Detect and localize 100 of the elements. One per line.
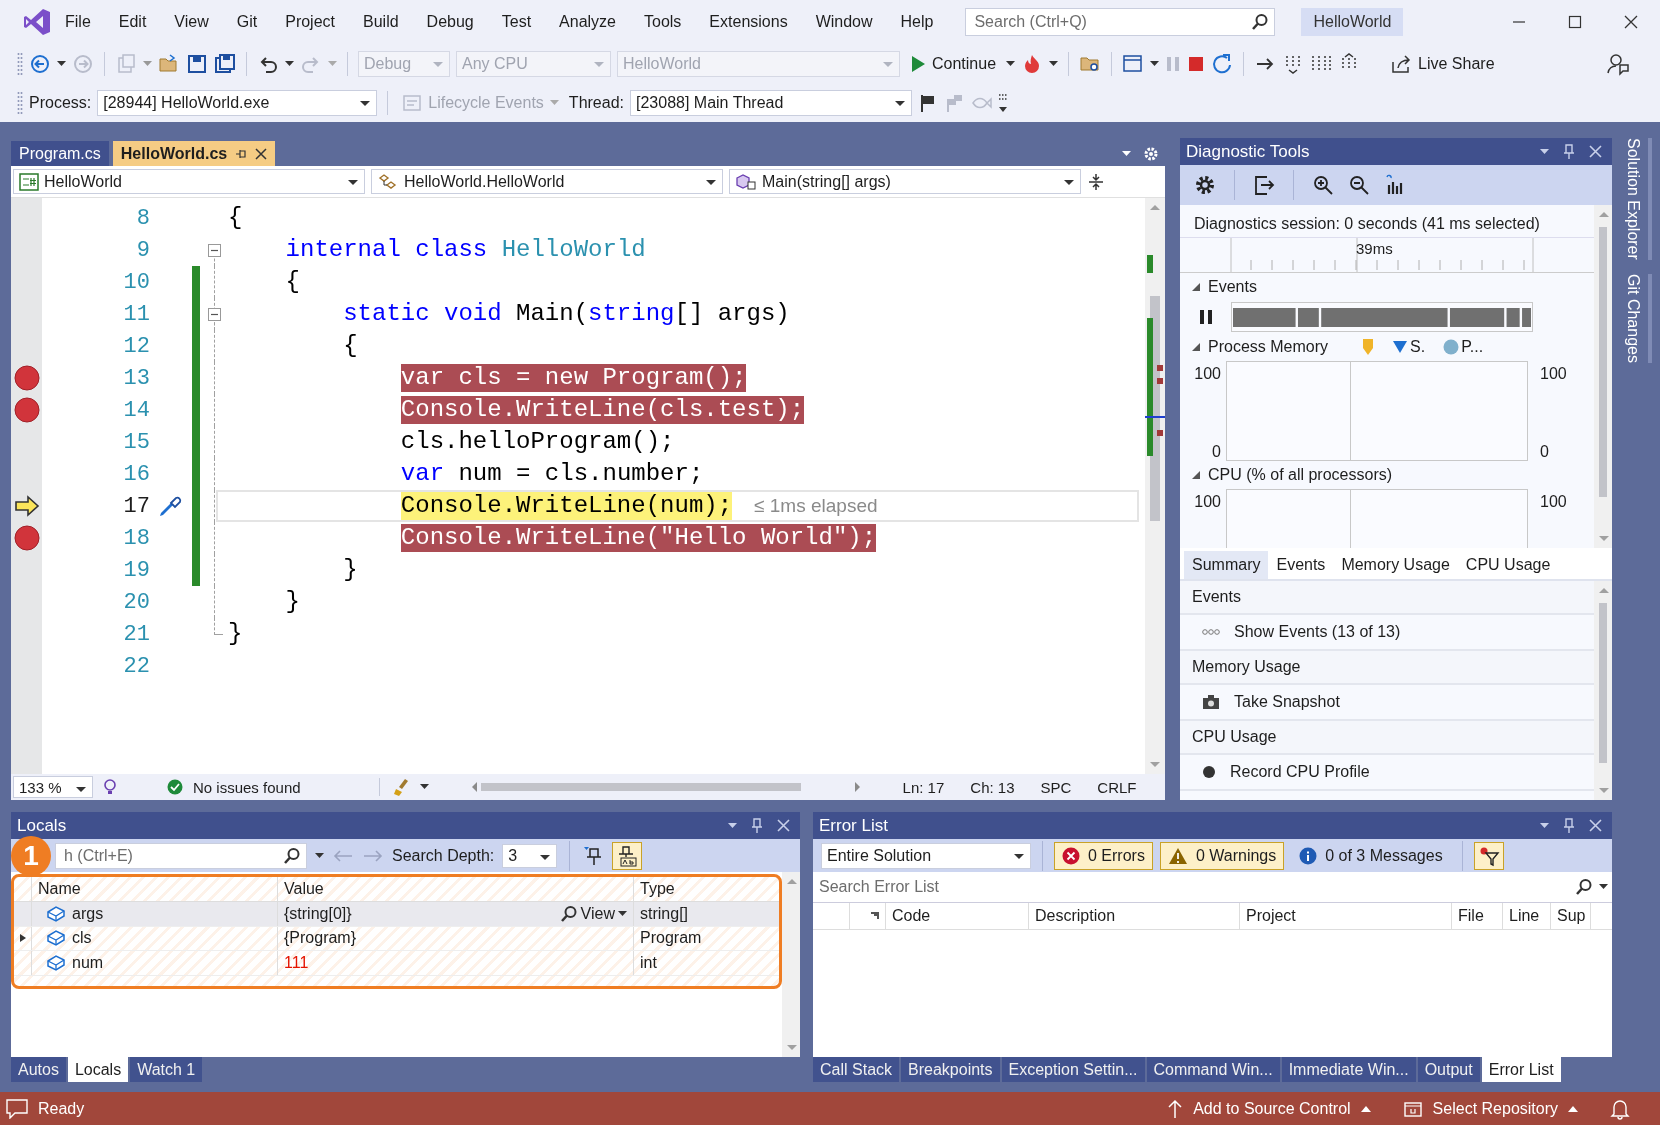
navigation-dropdown[interactable]: HelloWorld.HelloWorld <box>371 169 723 194</box>
breakpoint-icon[interactable] <box>13 397 40 423</box>
search-icon[interactable] <box>1575 878 1593 896</box>
menu-item[interactable]: Window <box>815 13 873 31</box>
menu-item[interactable]: Build <box>363 13 399 31</box>
thread-dropdown[interactable]: [23088] Main Thread <box>630 90 912 116</box>
pin-icon[interactable] <box>1563 817 1575 834</box>
menu-item[interactable]: Test <box>501 13 532 31</box>
column-header[interactable]: Type <box>634 877 779 901</box>
caret-icon[interactable] <box>315 852 324 859</box>
add-to-source-control-button[interactable]: Add to Source Control <box>1167 1098 1371 1119</box>
back-icon[interactable] <box>29 53 51 75</box>
panel-tab[interactable]: Watch 1 <box>130 1057 203 1082</box>
notification-bell-icon[interactable] <box>1610 1097 1630 1120</box>
panel-tab[interactable]: Error List <box>1481 1057 1561 1082</box>
expanded-triangle-icon[interactable] <box>1192 283 1200 291</box>
collapse-icon[interactable] <box>208 308 221 321</box>
settings-icon[interactable] <box>1194 174 1216 196</box>
search-icon[interactable] <box>559 904 578 923</box>
document-tab[interactable]: HelloWorld.cs <box>112 141 276 166</box>
overflow-icon[interactable] <box>998 92 1008 114</box>
column-header[interactable]: Sup <box>1551 903 1591 929</box>
select-repository-button[interactable]: Select Repository <box>1402 1098 1578 1119</box>
filter-toggle[interactable]: 0 of 3 Messages <box>1291 841 1451 870</box>
search-icon[interactable] <box>1251 13 1270 31</box>
menu-item[interactable]: View <box>174 13 209 31</box>
caret-icon[interactable] <box>285 61 294 67</box>
side-tab[interactable]: Solution Explorer <box>1616 138 1652 260</box>
caret-up-icon[interactable] <box>1568 1105 1578 1112</box>
panel-tab[interactable]: Exception Settin... <box>1001 1057 1145 1082</box>
pin-icon[interactable] <box>751 817 763 834</box>
line-ending-indicator[interactable]: CRLF <box>1097 778 1137 796</box>
events-icon[interactable] <box>1202 627 1220 637</box>
summary-action[interactable]: Record CPU Profile <box>1180 755 1594 791</box>
breakpoint-icon[interactable] <box>13 365 40 391</box>
live-share-button[interactable]: Live Share <box>1386 51 1499 77</box>
pin-icon[interactable] <box>1563 143 1575 160</box>
view-button[interactable]: View <box>559 904 627 923</box>
export-icon[interactable] <box>1253 174 1275 196</box>
column-header[interactable]: Project <box>1240 903 1452 929</box>
caret-icon[interactable] <box>618 910 627 917</box>
toolbar-grip[interactable] <box>17 91 23 115</box>
menu-item[interactable]: File <box>65 13 91 31</box>
expanded-triangle-icon[interactable] <box>1192 471 1200 479</box>
info-icon[interactable] <box>1299 846 1318 865</box>
window-icon[interactable] <box>1122 53 1145 75</box>
check-circle-icon[interactable] <box>167 779 183 795</box>
close-icon[interactable] <box>1624 15 1638 29</box>
search-field[interactable]: Search Error List <box>819 873 1599 901</box>
column-header[interactable]: Value <box>278 877 634 901</box>
stop-icon[interactable] <box>1187 55 1206 73</box>
breakpoint-icon[interactable] <box>13 525 40 551</box>
process-dropdown[interactable]: [28944] HelloWorld.exe <box>97 90 378 116</box>
camera-icon[interactable] <box>1202 694 1220 710</box>
scope-dropdown[interactable]: Entire Solution <box>821 842 1031 869</box>
section-header[interactable]: Process Memory <box>1208 338 1329 356</box>
play-icon[interactable] <box>910 55 926 73</box>
filter-toggle[interactable]: 0 Warnings <box>1159 841 1285 870</box>
expand-icon[interactable] <box>18 933 27 944</box>
tab[interactable]: Summary <box>1184 551 1269 579</box>
menu-item[interactable]: Project <box>285 13 335 31</box>
continue-button[interactable]: Continue <box>906 53 1001 75</box>
panel-tab[interactable]: Immediate Win... <box>1281 1057 1416 1082</box>
column-header[interactable]: Name <box>32 877 278 901</box>
vertical-scrollbar[interactable] <box>1145 198 1165 774</box>
issues-indicator[interactable]: No issues found <box>167 778 301 796</box>
toolbar-grip[interactable] <box>17 52 23 76</box>
section-header[interactable]: Events <box>1208 278 1257 296</box>
panel-tab[interactable]: Breakpoints <box>901 1057 1000 1082</box>
column-header[interactable]: Line <box>1503 903 1551 929</box>
warning-icon[interactable] <box>1167 846 1188 865</box>
save-icon[interactable] <box>186 53 208 75</box>
line-indicator[interactable]: Ln: 17 <box>902 778 945 796</box>
zoom-dropdown[interactable]: 133 % <box>13 776 93 798</box>
vertical-scrollbar[interactable] <box>782 872 800 1057</box>
column-header[interactable]: Code <box>886 903 1029 929</box>
navigation-dropdown[interactable]: Main(string[] args) <box>729 169 1081 194</box>
csharp-project-icon[interactable] <box>19 172 39 191</box>
caret-up-icon[interactable] <box>1360 1105 1371 1112</box>
menu-item[interactable]: Help <box>900 13 934 31</box>
zoom-out-icon[interactable] <box>1348 174 1370 196</box>
zoom-in-icon[interactable] <box>1312 174 1334 196</box>
caret-icon[interactable] <box>419 784 429 790</box>
menu-item[interactable]: Git <box>236 13 258 31</box>
events-timeline[interactable] <box>1231 302 1533 332</box>
navigation-dropdown[interactable]: HelloWorld <box>13 169 365 194</box>
menu-item[interactable]: Debug <box>426 13 474 31</box>
panel-tab[interactable]: Command Win... <box>1146 1057 1280 1082</box>
caret-icon[interactable] <box>57 61 66 67</box>
tab[interactable]: CPU Usage <box>1457 551 1559 579</box>
menu-item[interactable]: Analyze <box>559 13 616 31</box>
caret-icon[interactable] <box>1599 884 1608 890</box>
collapse-icon[interactable] <box>208 244 221 257</box>
sort-icon[interactable] <box>871 912 879 920</box>
search-depth-dropdown[interactable]: 3 <box>502 843 558 868</box>
close-icon[interactable] <box>255 147 268 160</box>
vertical-scrollbar[interactable] <box>1594 205 1612 548</box>
search-icon[interactable] <box>283 846 301 865</box>
split-window-icon[interactable] <box>1087 172 1105 191</box>
document-tab[interactable]: Program.cs <box>11 141 109 166</box>
